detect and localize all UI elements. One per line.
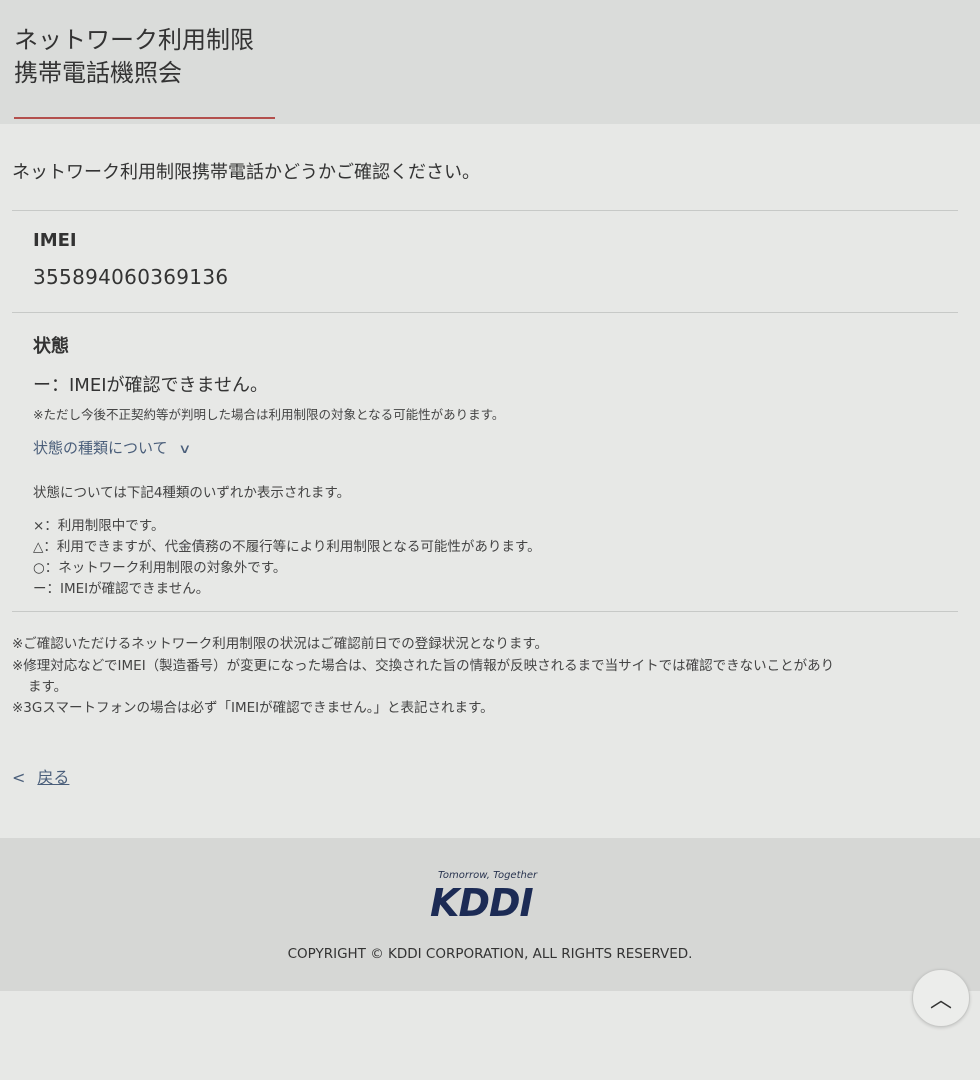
logo-wordmark: KDDI <box>430 881 534 925</box>
chevron-left-icon: < <box>12 768 26 787</box>
imei-value: 355894060369136 <box>33 265 229 289</box>
imei-label: IMEI <box>33 230 77 251</box>
page-title-line1: ネットワーク利用制限 <box>14 26 254 54</box>
back-link-label: 戻る <box>37 768 70 787</box>
intro-text: ネットワーク利用制限携帯電話かどうかご確認ください。 <box>12 162 480 183</box>
page-title-line2: 携帯電話機照会 <box>14 59 182 87</box>
scroll-to-top-button[interactable]: ︿ <box>912 969 970 1027</box>
status-types-toggle-label: 状態の種類について <box>33 439 168 457</box>
status-caveat: ※ただし今後不正契約等が判明した場合は利用制限の対象となる可能性があります。 <box>33 407 505 422</box>
title-underline <box>14 117 275 119</box>
status-types-toggle[interactable]: 状態の種類について ∨ <box>33 437 192 458</box>
legend-item: ○：ネットワーク利用制限の対象外です。 <box>33 560 287 576</box>
copyright-text: COPYRIGHT © KDDI CORPORATION, ALL RIGHTS… <box>287 946 693 962</box>
page-title: ネットワーク利用制限 携帯電話機照会 <box>14 24 254 90</box>
status-value: ー：IMEIが確認できません。 <box>33 375 268 396</box>
chevron-down-icon: ∨ <box>178 442 192 457</box>
legend-item: △：利用できますが、代金債務の不履行等により利用制限となる可能性があります。 <box>33 539 541 555</box>
divider <box>12 312 958 313</box>
back-link[interactable]: < 戻る <box>12 764 69 788</box>
divider <box>12 611 958 612</box>
legend-intro: 状態については下記4種類のいずれか表示されます。 <box>33 485 351 501</box>
divider <box>12 210 958 211</box>
note-item: ます。 <box>28 679 68 695</box>
note-item: ※修理対応などでIMEI（製造番号）が変更になった場合は、交換された旨の情報が反… <box>12 658 835 674</box>
note-item: ※3Gスマートフォンの場合は必ず「IMEIが確認できません。」と表記されます。 <box>12 700 494 716</box>
legend-item: ー：IMEIが確認できません。 <box>33 581 210 597</box>
logo-tagline: Tomorrow, Together <box>438 870 538 881</box>
note-item: ※ご確認いただけるネットワーク利用制限の状況はご確認前日での登録状況となります。 <box>12 636 549 652</box>
page-header: ネットワーク利用制限 携帯電話機照会 <box>0 0 980 124</box>
status-label: 状態 <box>33 336 69 357</box>
legend-item: ×：利用制限中です。 <box>33 518 165 534</box>
chevron-up-icon: ︿ <box>929 988 952 1013</box>
kddi-logo[interactable]: Tomorrow, Together KDDI <box>430 870 545 926</box>
